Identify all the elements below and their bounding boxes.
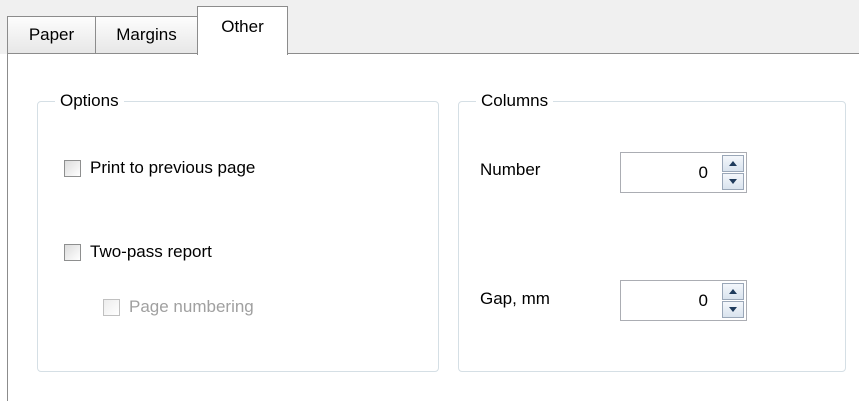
tab-page-border-left [7, 53, 8, 401]
options-group-title: Options [55, 89, 124, 113]
number-value[interactable]: 0 [699, 163, 708, 183]
columns-group-title: Columns [476, 89, 554, 113]
number-label: Number [480, 160, 541, 179]
page-numbering-checkbox [103, 298, 120, 316]
gap-value[interactable]: 0 [699, 291, 708, 311]
tab-margins-label: Margins [116, 25, 177, 44]
gap-spin-up-button[interactable] [722, 283, 744, 300]
columns-groupbox: Columns [458, 89, 846, 372]
arrow-up-icon [729, 289, 737, 294]
options-groupbox: Options [37, 89, 439, 372]
arrow-down-icon [729, 179, 737, 184]
tab-strip: Paper Margins Other [0, 0, 859, 55]
gap-spin-edit[interactable]: 0 [620, 280, 747, 321]
number-spin-up-button[interactable] [722, 155, 744, 172]
number-spin-edit[interactable]: 0 [620, 152, 747, 193]
print-to-previous-page-option[interactable]: Print to previous page [64, 158, 255, 178]
tab-paper-label: Paper [28, 25, 75, 44]
print-to-previous-page-checkbox[interactable] [64, 159, 81, 177]
print-to-previous-page-label: Print to previous page [90, 158, 256, 177]
arrow-up-icon [729, 161, 737, 166]
page-numbering-label: Page numbering [129, 297, 254, 316]
two-pass-report-checkbox[interactable] [64, 243, 81, 261]
number-spin-buttons [722, 155, 744, 190]
page-numbering-option: Page numbering [103, 297, 254, 317]
gap-label: Gap, mm [480, 289, 550, 308]
number-spin-down-button[interactable] [722, 173, 744, 190]
arrow-down-icon [729, 307, 737, 312]
tab-other-label: Other [221, 17, 264, 36]
tab-paper[interactable]: Paper [7, 16, 96, 53]
gap-spin-down-button[interactable] [722, 301, 744, 318]
gap-spin-buttons [722, 283, 744, 318]
tab-margins[interactable]: Margins [95, 16, 198, 53]
tab-page-border [7, 53, 859, 54]
print-settings-panel: Paper Margins Other Options Print to pre… [0, 0, 859, 401]
two-pass-report-option[interactable]: Two-pass report [64, 242, 212, 262]
two-pass-report-label: Two-pass report [90, 242, 212, 261]
tab-other[interactable]: Other [197, 6, 288, 55]
